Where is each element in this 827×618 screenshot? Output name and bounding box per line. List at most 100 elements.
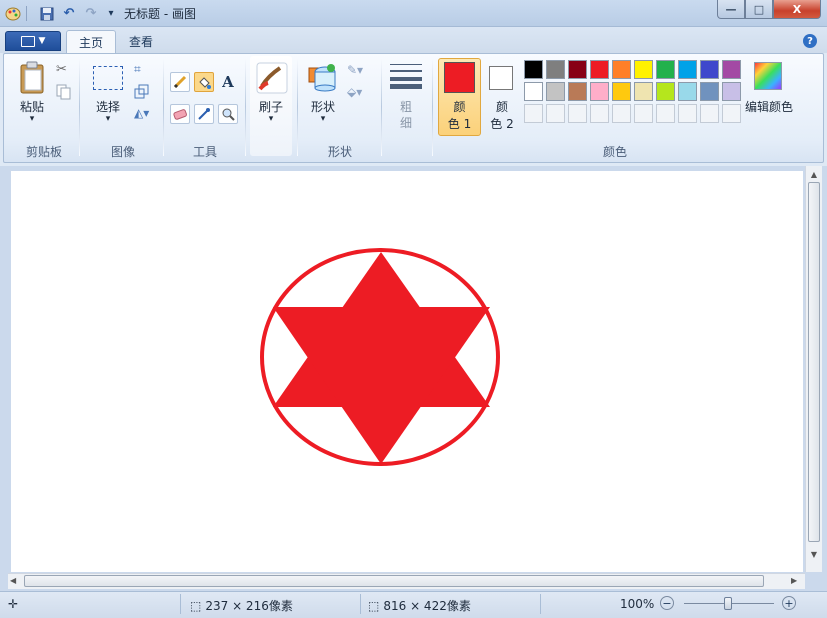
status-separator xyxy=(180,594,181,614)
palette-swatch[interactable] xyxy=(700,60,719,79)
palette-swatch[interactable] xyxy=(524,60,543,79)
paste-dropdown-icon[interactable]: ▾ xyxy=(12,114,52,124)
ribbon-separator xyxy=(245,58,246,156)
palette-custom-slot[interactable] xyxy=(590,104,609,123)
color-palette xyxy=(524,60,744,126)
shapes-group-label: 形状 xyxy=(327,145,352,159)
palette-custom-slot[interactable] xyxy=(700,104,719,123)
palette-swatch[interactable] xyxy=(568,82,587,101)
zoom-in-button[interactable]: + xyxy=(782,596,796,610)
shapes-icon[interactable] xyxy=(307,62,339,92)
palette-swatch[interactable] xyxy=(546,82,565,101)
brushes-label[interactable]: 刷子 xyxy=(250,98,292,115)
palette-swatch[interactable] xyxy=(678,60,697,79)
palette-swatch[interactable] xyxy=(524,82,543,101)
maximize-button[interactable]: □ xyxy=(745,0,773,19)
paint-app-icon[interactable] xyxy=(4,5,22,22)
color1-swatch xyxy=(444,62,475,93)
scroll-left-icon[interactable]: ◀ xyxy=(10,576,20,588)
palette-swatch[interactable] xyxy=(612,60,631,79)
save-icon[interactable] xyxy=(38,5,56,22)
edit-colors-label[interactable]: 编辑颜色 xyxy=(744,98,794,115)
palette-custom-slot[interactable] xyxy=(656,104,675,123)
size-label-line1[interactable]: 粗 xyxy=(386,98,426,115)
fill-shape-icon[interactable]: ⬙▾ xyxy=(347,85,371,101)
paint-menu-button[interactable]: ▼ xyxy=(5,31,61,51)
canvas-size-value: 816 × 422像素 xyxy=(383,599,471,613)
select-icon[interactable] xyxy=(93,66,123,90)
color-picker-icon[interactable] xyxy=(194,104,214,124)
select-dropdown-icon[interactable]: ▾ xyxy=(88,114,128,124)
canvas-drawing xyxy=(260,248,500,466)
copy-icon[interactable] xyxy=(56,84,72,100)
eraser-icon[interactable] xyxy=(170,104,190,124)
zoom-out-button[interactable]: − xyxy=(660,596,674,610)
brushes-dropdown-icon[interactable]: ▾ xyxy=(250,114,292,124)
shapes-button-label[interactable]: 形状 xyxy=(302,98,344,115)
select-button-label[interactable]: 选择 xyxy=(88,98,128,115)
palette-swatch[interactable] xyxy=(546,60,565,79)
color2-label-line1[interactable]: 颜 xyxy=(482,98,522,115)
pencil-icon[interactable] xyxy=(170,72,190,92)
horizontal-scroll-thumb[interactable] xyxy=(24,575,764,587)
color2-label-line2[interactable]: 色 2 xyxy=(482,115,522,132)
palette-swatch[interactable] xyxy=(634,60,653,79)
palette-swatch[interactable] xyxy=(656,82,675,101)
close-button[interactable]: X xyxy=(773,0,821,19)
undo-icon[interactable]: ↶ xyxy=(60,5,78,22)
scroll-right-icon[interactable]: ▶ xyxy=(791,576,801,588)
clipboard-group-label: 剪贴板 xyxy=(25,145,62,159)
status-separator xyxy=(540,594,541,614)
size-label-line2[interactable]: 细 xyxy=(386,114,426,131)
palette-swatch[interactable] xyxy=(568,60,587,79)
size-icon[interactable] xyxy=(390,62,422,90)
outline-icon[interactable]: ✎▾ xyxy=(347,63,371,79)
selection-size-value: 237 × 216像素 xyxy=(205,599,293,613)
palette-swatch[interactable] xyxy=(590,60,609,79)
text-tool-icon[interactable]: A xyxy=(218,72,238,92)
status-separator xyxy=(360,594,361,614)
drawing-canvas[interactable] xyxy=(11,171,803,572)
customize-quick-access-icon[interactable]: ▾ xyxy=(102,5,120,22)
magnifier-icon[interactable] xyxy=(218,104,238,124)
ribbon-separator xyxy=(163,58,164,156)
palette-custom-slot[interactable] xyxy=(722,104,741,123)
palette-swatch[interactable] xyxy=(612,82,631,101)
tab-view[interactable]: 查看 xyxy=(117,30,165,53)
paste-icon[interactable] xyxy=(18,60,48,96)
canvas-size-item: ⬚ 816 × 422像素 xyxy=(368,597,471,614)
edit-colors-icon[interactable] xyxy=(754,62,782,90)
cut-icon[interactable]: ✂ xyxy=(56,62,72,78)
help-icon[interactable]: ? xyxy=(803,34,817,48)
minimize-button[interactable]: — xyxy=(717,0,745,19)
horizontal-scrollbar[interactable]: ◀ ▶ xyxy=(8,573,805,589)
tools-group-label: 工具 xyxy=(192,145,217,159)
palette-swatch[interactable] xyxy=(656,60,675,79)
palette-swatch[interactable] xyxy=(722,82,741,101)
scroll-down-icon[interactable]: ▼ xyxy=(808,550,820,560)
palette-swatch[interactable] xyxy=(722,60,741,79)
palette-swatch[interactable] xyxy=(634,82,653,101)
paste-button-label[interactable]: 粘贴 xyxy=(12,98,52,115)
palette-swatch[interactable] xyxy=(678,82,697,101)
redo-icon[interactable]: ↷ xyxy=(82,5,100,22)
shapes-dropdown-icon[interactable]: ▾ xyxy=(302,114,344,124)
palette-swatch[interactable] xyxy=(700,82,719,101)
palette-custom-slot[interactable] xyxy=(546,104,565,123)
scroll-up-icon[interactable]: ▲ xyxy=(808,170,820,180)
tab-home[interactable]: 主页 xyxy=(66,30,117,53)
palette-custom-slot[interactable] xyxy=(612,104,631,123)
palette-custom-slot[interactable] xyxy=(524,104,543,123)
crop-icon[interactable]: ⌗ xyxy=(134,62,150,78)
palette-custom-slot[interactable] xyxy=(568,104,587,123)
fill-icon[interactable] xyxy=(194,72,214,92)
zoom-slider-thumb[interactable] xyxy=(724,597,732,610)
vertical-scrollbar[interactable]: ▲ ▼ xyxy=(805,166,822,572)
color2-swatch[interactable] xyxy=(489,66,513,90)
palette-custom-slot[interactable] xyxy=(678,104,697,123)
rotate-icon[interactable]: ◭▾ xyxy=(134,106,158,122)
resize-icon[interactable] xyxy=(134,84,150,100)
palette-swatch[interactable] xyxy=(590,82,609,101)
palette-custom-slot[interactable] xyxy=(634,104,653,123)
vertical-scroll-thumb[interactable] xyxy=(808,182,820,542)
